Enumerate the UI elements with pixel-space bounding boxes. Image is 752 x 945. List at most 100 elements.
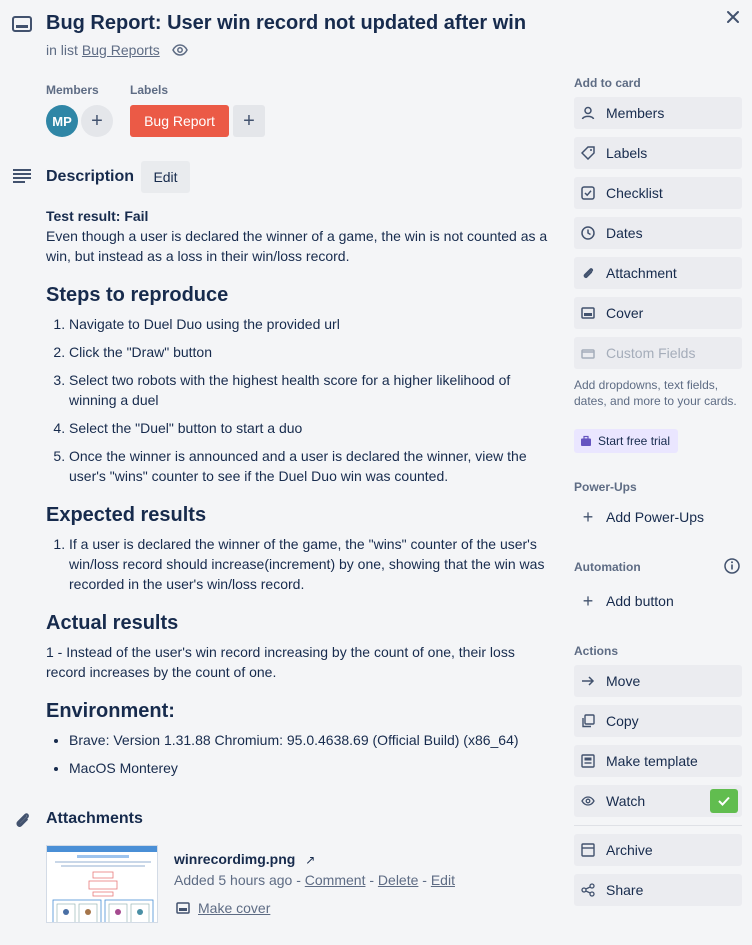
sidebar-custom-fields-button[interactable]: Custom Fields	[574, 337, 742, 369]
eye-icon	[580, 793, 596, 809]
labels-heading: Labels	[130, 83, 169, 97]
list-link[interactable]: Bug Reports	[82, 42, 160, 58]
separator: -	[369, 872, 375, 888]
expected-list: If a user is declared the winner of the …	[46, 534, 558, 594]
card-icon	[12, 16, 32, 32]
trial-label: Start free trial	[598, 434, 671, 448]
test-result: Test result: Fail	[46, 208, 149, 224]
sidebar-checklist-label: Checklist	[606, 185, 663, 201]
share-icon	[580, 882, 596, 898]
close-icon[interactable]	[722, 6, 744, 28]
description-intro: Even though a user is declared the winne…	[46, 228, 548, 264]
steps-list: Navigate to Duel Duo using the provided …	[46, 314, 558, 486]
attachment-name[interactable]: winrecordimg.png ↗	[174, 851, 315, 867]
expected-heading: Expected results	[46, 504, 207, 526]
archive-icon	[580, 842, 596, 858]
make-template-button[interactable]: Make template	[574, 745, 742, 777]
divider	[574, 825, 742, 826]
plus-icon: +	[243, 109, 255, 132]
actual-heading: Actual results	[46, 612, 179, 634]
list-info: in list Bug Reports	[46, 42, 188, 58]
power-ups-heading: Power-Ups	[574, 480, 637, 494]
plus-icon: +	[582, 590, 594, 611]
watch-button[interactable]: Watch	[574, 785, 742, 817]
list-item: If a user is declared the winner of the …	[69, 534, 558, 594]
add-member-button[interactable]: +	[81, 105, 113, 137]
template-icon	[580, 753, 596, 769]
sidebar-labels-button[interactable]: Labels	[574, 137, 742, 169]
list-item: Click the "Draw" button	[69, 342, 558, 362]
attachment-file-name[interactable]: winrecordimg.png	[174, 851, 295, 867]
environment-heading: Environment:	[46, 700, 175, 722]
add-button-label: Add button	[606, 593, 674, 609]
share-button[interactable]: Share	[574, 874, 742, 906]
arrow-right-icon	[580, 673, 596, 689]
attachment-meta: Added 5 hours ago - Comment - Delete - E…	[174, 872, 455, 888]
cover-icon	[580, 305, 596, 321]
sidebar-members-label: Members	[606, 105, 665, 121]
description-heading: Description	[46, 168, 135, 185]
plus-icon: +	[582, 506, 594, 527]
sidebar-checklist-button[interactable]: Checklist	[574, 177, 742, 209]
cover-icon	[176, 902, 190, 914]
description-icon	[13, 169, 31, 183]
actions-heading: Actions	[574, 644, 619, 658]
checklist-icon	[580, 185, 596, 201]
eye-icon	[171, 44, 188, 56]
make-cover-label[interactable]: Make cover	[198, 900, 270, 916]
separator: -	[422, 872, 427, 888]
sidebar-cover-label: Cover	[606, 305, 644, 321]
card-title[interactable]: Bug Report: User win record not updated …	[46, 12, 526, 35]
archive-button[interactable]: Archive	[574, 834, 742, 866]
add-to-card-heading: Add to card	[574, 76, 641, 90]
edit-attachment-link[interactable]: Edit	[431, 872, 455, 888]
edit-description-button[interactable]: Edit	[141, 161, 190, 193]
add-button-button[interactable]: + Add button	[574, 585, 742, 617]
description-body[interactable]: Test result: Fail Even though a user is …	[46, 206, 558, 786]
info-icon[interactable]	[723, 557, 741, 575]
sidebar-attachment-button[interactable]: Attachment	[574, 257, 742, 289]
sidebar-members-button[interactable]: Members	[574, 97, 742, 129]
make-template-label: Make template	[606, 753, 698, 769]
environment-list: Brave: Version 1.31.88 Chromium: 95.0.46…	[46, 730, 558, 778]
avatar[interactable]: MP	[46, 105, 78, 137]
sidebar-dates-label: Dates	[606, 225, 643, 241]
start-free-trial-button[interactable]: Start free trial	[574, 429, 679, 453]
automation-heading: Automation	[574, 560, 641, 574]
label-bug-report[interactable]: Bug Report	[130, 105, 229, 137]
delete-link[interactable]: Delete	[378, 872, 418, 888]
tag-icon	[580, 145, 596, 161]
paperclip-icon	[16, 813, 29, 827]
thumbnail-image	[47, 846, 157, 922]
list-item: Select the "Duel" button to start a duo	[69, 418, 558, 438]
sidebar-dates-button[interactable]: Dates	[574, 217, 742, 249]
attachments-heading: Attachments	[46, 810, 143, 827]
separator: -	[296, 872, 301, 888]
list-item: Brave: Version 1.31.88 Chromium: 95.0.46…	[69, 730, 558, 750]
copy-icon	[580, 713, 596, 729]
sidebar-custom-fields-label: Custom Fields	[606, 345, 696, 361]
move-button[interactable]: Move	[574, 665, 742, 697]
checkmark-icon	[710, 789, 738, 813]
sidebar-attachment-label: Attachment	[606, 265, 677, 281]
paperclip-icon	[580, 265, 596, 281]
copy-button[interactable]: Copy	[574, 705, 742, 737]
briefcase-icon	[581, 435, 591, 446]
custom-fields-description: Add dropdowns, text fields, dates, and m…	[574, 378, 737, 408]
add-power-ups-label: Add Power-Ups	[606, 509, 705, 525]
sidebar-cover-button[interactable]: Cover	[574, 297, 742, 329]
attachment-added: Added 5 hours ago	[174, 872, 293, 888]
list-item: Navigate to Duel Duo using the provided …	[69, 314, 558, 334]
add-power-ups-button[interactable]: + Add Power-Ups	[574, 501, 742, 533]
comment-link[interactable]: Comment	[305, 872, 366, 888]
copy-label: Copy	[606, 713, 639, 729]
attachment-thumbnail[interactable]	[46, 845, 158, 923]
clock-icon	[580, 225, 596, 241]
move-label: Move	[606, 673, 641, 689]
actual-text: 1 - Instead of the user's win record inc…	[46, 644, 515, 680]
make-cover-link[interactable]: Make cover	[176, 900, 270, 916]
external-link-icon[interactable]: ↗	[305, 853, 315, 867]
list-item: MacOS Monterey	[69, 758, 558, 778]
share-label: Share	[606, 882, 644, 898]
add-label-button[interactable]: +	[233, 105, 265, 137]
